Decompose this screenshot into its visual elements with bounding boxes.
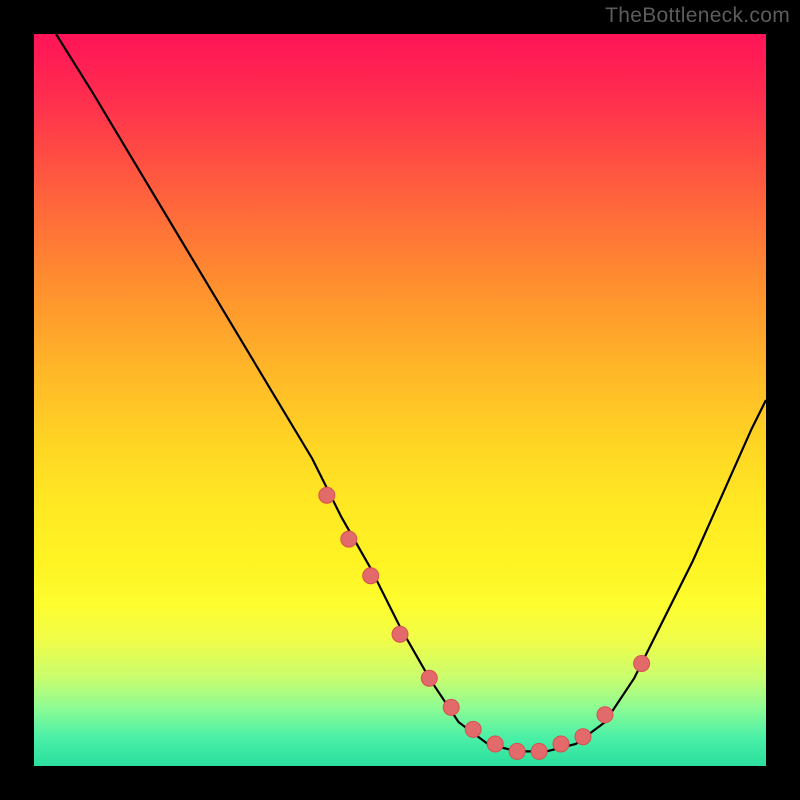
curve-marker xyxy=(421,670,437,686)
chart-frame: TheBottleneck.com xyxy=(0,0,800,800)
curve-marker xyxy=(341,531,357,547)
curve-marker xyxy=(319,487,335,503)
curve-marker xyxy=(531,743,547,759)
curve-marker xyxy=(575,729,591,745)
curve-marker xyxy=(597,707,613,723)
attribution-label: TheBottleneck.com xyxy=(605,4,790,28)
curve-marker xyxy=(363,568,379,584)
curve-path xyxy=(56,34,766,751)
marker-group xyxy=(319,487,650,759)
bottleneck-curve xyxy=(34,34,766,766)
curve-marker xyxy=(553,736,569,752)
curve-marker xyxy=(392,626,408,642)
curve-marker xyxy=(509,743,525,759)
curve-marker xyxy=(465,721,481,737)
curve-marker xyxy=(487,736,503,752)
plot-area xyxy=(34,34,766,766)
curve-marker xyxy=(634,656,650,672)
curve-marker xyxy=(443,699,459,715)
